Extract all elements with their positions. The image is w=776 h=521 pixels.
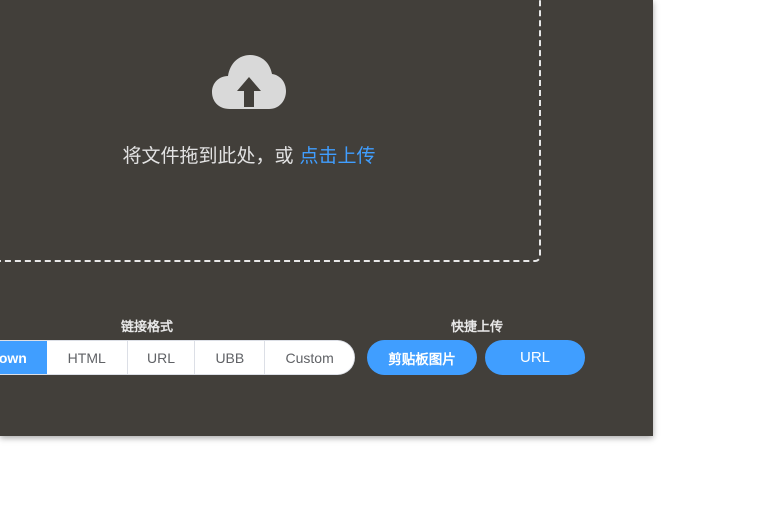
click-upload-link[interactable]: 点击上传 [300, 145, 376, 167]
clipboard-upload-button[interactable]: 剪贴板图片 [367, 340, 477, 375]
link-format-label: 链接格式 [120, 320, 173, 335]
format-option-custom[interactable]: Custom [264, 341, 354, 374]
quick-upload-label: 快捷上传 [450, 320, 503, 335]
upload-dropzone[interactable]: 将文件拖到此处，或 点击上传 [0, 0, 541, 262]
format-option-ubb[interactable]: UBB [194, 341, 265, 374]
cloud-upload-icon [212, 55, 286, 109]
format-option-url[interactable]: URL [126, 341, 195, 374]
url-upload-button[interactable]: URL [485, 340, 585, 375]
drop-instructions: 将文件拖到此处，或 点击上传 [0, 144, 506, 168]
upload-panel: 将文件拖到此处，或 点击上传 链接格式 快捷上传 own HTML URL UB… [0, 0, 653, 436]
link-format-selector: own HTML URL UBB Custom [0, 340, 355, 375]
format-option-markdown[interactable]: own [0, 341, 47, 374]
drop-text: 将文件拖到此处，或 [122, 145, 300, 167]
format-option-html[interactable]: HTML [46, 341, 127, 374]
